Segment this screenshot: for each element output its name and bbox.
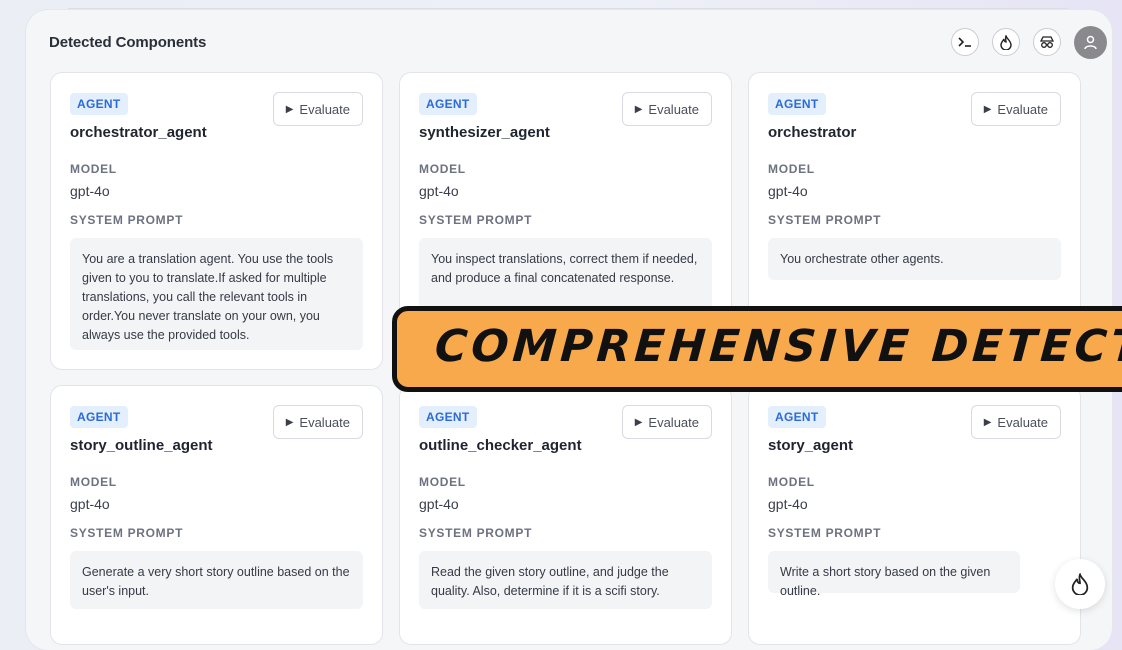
component-name: story_agent <box>768 437 854 454</box>
play-icon: ▶ <box>634 416 643 428</box>
system-prompt-label: SYSTEM PROMPT <box>70 213 184 227</box>
top-toolbar <box>951 26 1107 59</box>
top-divider <box>68 8 1068 9</box>
agent-badge: AGENT <box>419 93 477 115</box>
agent-badge: AGENT <box>768 93 826 115</box>
agent-badge: AGENT <box>419 406 477 428</box>
component-card-orchestrator-agent: AGENT ▶ Evaluate orchestrator_agent MODEL… <box>50 72 383 370</box>
agent-badge: AGENT <box>768 406 826 428</box>
component-card-story-agent: AGENT ▶ Evaluate story_agent MODEL gpt-4o… <box>748 385 1081 645</box>
system-prompt-label: SYSTEM PROMPT <box>768 526 882 540</box>
evaluate-button[interactable]: ▶ Evaluate <box>970 405 1061 439</box>
evaluate-label: Evaluate <box>299 101 350 117</box>
system-prompt-label: SYSTEM PROMPT <box>419 526 533 540</box>
play-icon: ▶ <box>634 103 643 115</box>
component-card-outline-checker-agent: AGENT ▶ Evaluate outline_checker_agent MO… <box>399 385 732 645</box>
system-prompt-text: Read the given story outline, and judge … <box>419 551 712 609</box>
component-name: synthesizer_agent <box>419 124 550 141</box>
component-name: story_outline_agent <box>70 437 213 454</box>
model-value: gpt-4o <box>70 496 110 512</box>
system-prompt-text: Write a short story based on the given o… <box>768 551 1020 598</box>
play-icon: ▶ <box>983 103 992 115</box>
system-prompt-label: SYSTEM PROMPT <box>419 213 533 227</box>
agent-badge: AGENT <box>70 93 128 115</box>
component-name: orchestrator <box>768 124 857 141</box>
system-prompt-text: Generate a very short story outline base… <box>70 551 363 609</box>
evaluate-label: Evaluate <box>648 414 699 430</box>
system-prompt-text: You orchestrate other agents. <box>768 238 1061 280</box>
play-icon: ▶ <box>285 416 294 428</box>
evaluate-button[interactable]: ▶ Evaluate <box>272 405 363 439</box>
banner-text: COMPREHENSIVE DETECTIO <box>433 321 1122 372</box>
system-prompt-text: You are a translation agent. You use the… <box>70 238 363 350</box>
system-prompt-label: SYSTEM PROMPT <box>768 213 882 227</box>
model-value: gpt-4o <box>768 183 808 199</box>
flame-icon <box>1071 573 1089 595</box>
play-icon: ▶ <box>983 416 992 428</box>
terminal-icon[interactable] <box>951 28 979 56</box>
system-prompt-text: You inspect translations, correct them i… <box>419 238 712 310</box>
model-value: gpt-4o <box>419 183 459 199</box>
evaluate-button[interactable]: ▶ Evaluate <box>970 92 1061 126</box>
component-name: orchestrator_agent <box>70 124 207 141</box>
floating-flame-button[interactable] <box>1055 559 1105 609</box>
panel-title: Detected Components <box>49 34 207 51</box>
model-label: MODEL <box>419 162 466 176</box>
model-label: MODEL <box>70 162 117 176</box>
play-icon: ▶ <box>285 103 294 115</box>
evaluate-label: Evaluate <box>648 101 699 117</box>
component-name: outline_checker_agent <box>419 437 582 454</box>
evaluate-button[interactable]: ▶ Evaluate <box>621 405 712 439</box>
model-label: MODEL <box>419 475 466 489</box>
component-card-story-outline-agent: AGENT ▶ Evaluate story_outline_agent MODE… <box>50 385 383 645</box>
spy-icon[interactable] <box>1033 28 1061 56</box>
model-value: gpt-4o <box>70 183 110 199</box>
model-value: gpt-4o <box>768 496 808 512</box>
agent-badge: AGENT <box>70 406 128 428</box>
evaluate-label: Evaluate <box>997 101 1048 117</box>
evaluate-button[interactable]: ▶ Evaluate <box>621 92 712 126</box>
system-prompt-label: SYSTEM PROMPT <box>70 526 184 540</box>
evaluate-button[interactable]: ▶ Evaluate <box>272 92 363 126</box>
evaluate-label: Evaluate <box>299 414 350 430</box>
model-value: gpt-4o <box>419 496 459 512</box>
model-label: MODEL <box>768 475 815 489</box>
flame-icon[interactable] <box>992 28 1020 56</box>
model-label: MODEL <box>70 475 117 489</box>
comprehensive-detection-banner: COMPREHENSIVE DETECTIO <box>392 306 1122 392</box>
user-avatar-icon[interactable] <box>1074 26 1107 59</box>
model-label: MODEL <box>768 162 815 176</box>
evaluate-label: Evaluate <box>997 414 1048 430</box>
